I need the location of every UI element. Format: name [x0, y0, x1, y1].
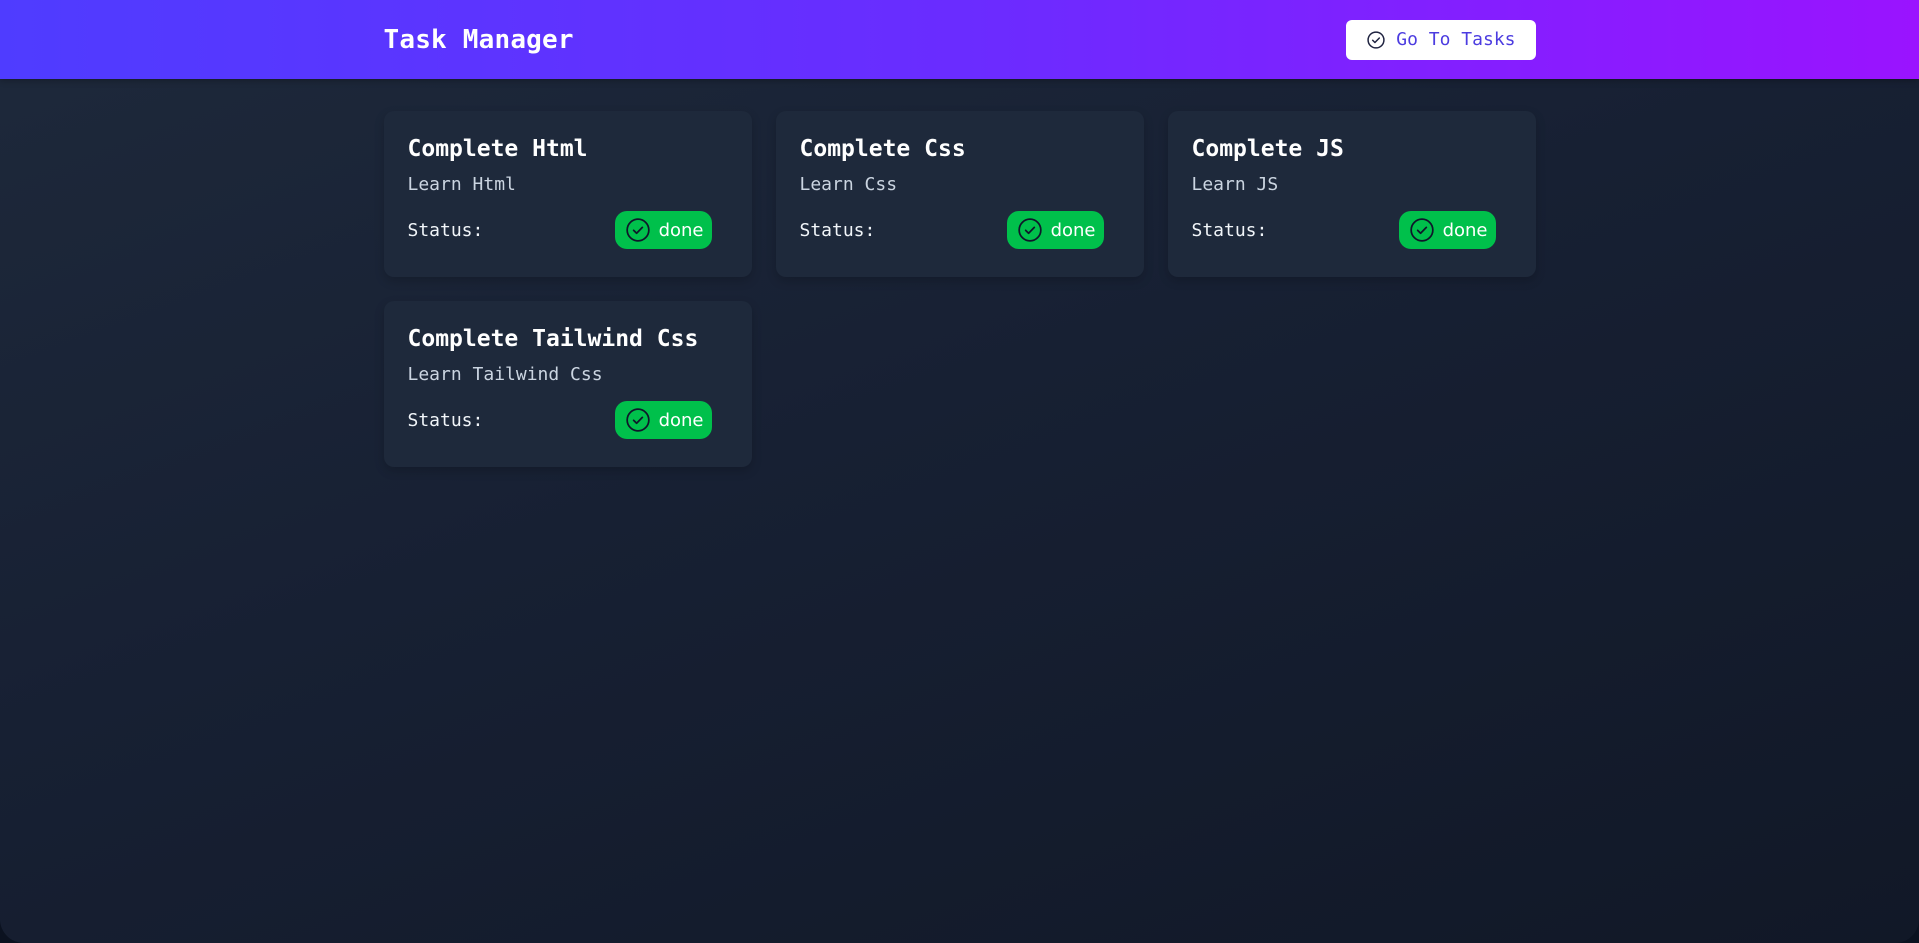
status-label: Status:: [407, 409, 484, 431]
task-description: Learn Html: [407, 174, 516, 195]
task-description: Learn Css: [799, 174, 898, 195]
status-text: done: [1442, 219, 1488, 241]
task-card: Complete JS Learn JS Status: done: [1167, 111, 1536, 277]
check-circle-icon: [1366, 30, 1386, 50]
task-card: Complete Css Learn Css Status: done: [775, 111, 1144, 277]
status-text: done: [658, 219, 704, 241]
status-text: done: [1050, 219, 1096, 241]
task-status-row: Status: done: [800, 211, 1120, 249]
status-label: Status:: [1191, 219, 1268, 241]
status-label: Status:: [799, 219, 876, 241]
status-text: done: [658, 409, 704, 431]
app-title: Task Manager: [383, 24, 574, 55]
app-window: Task Manager Go To Tasks Complete Html L…: [0, 0, 1919, 943]
task-card: Complete Html Learn Html Status: done: [383, 111, 752, 277]
task-title: Complete JS: [1191, 136, 1344, 162]
task-status-row: Status: done: [408, 211, 728, 249]
check-circle-icon: [1017, 217, 1043, 243]
status-badge[interactable]: done: [1006, 211, 1104, 249]
check-circle-icon: [625, 407, 651, 433]
status-label: Status:: [407, 219, 484, 241]
task-grid: Complete Html Learn Html Status: done Co…: [383, 111, 1536, 467]
task-description: Learn Tailwind Css: [407, 364, 603, 385]
status-badge[interactable]: done: [614, 211, 712, 249]
task-description: Learn JS: [1191, 174, 1279, 195]
go-to-tasks-button[interactable]: Go To Tasks: [1346, 19, 1536, 60]
task-status-row: Status: done: [1192, 211, 1512, 249]
check-circle-icon: [625, 217, 651, 243]
task-title: Complete Html: [407, 136, 588, 162]
task-card: Complete Tailwind Css Learn Tailwind Css…: [383, 301, 752, 467]
check-circle-icon: [1409, 217, 1435, 243]
task-title: Complete Css: [799, 136, 966, 162]
task-title: Complete Tailwind Css: [407, 326, 699, 352]
go-to-tasks-label: Go To Tasks: [1396, 29, 1516, 50]
status-badge[interactable]: done: [1398, 211, 1496, 249]
navbar-inner: Task Manager Go To Tasks: [384, 0, 1536, 79]
status-badge[interactable]: done: [614, 401, 712, 439]
task-status-row: Status: done: [408, 401, 728, 439]
top-navbar: Task Manager Go To Tasks: [0, 0, 1919, 79]
